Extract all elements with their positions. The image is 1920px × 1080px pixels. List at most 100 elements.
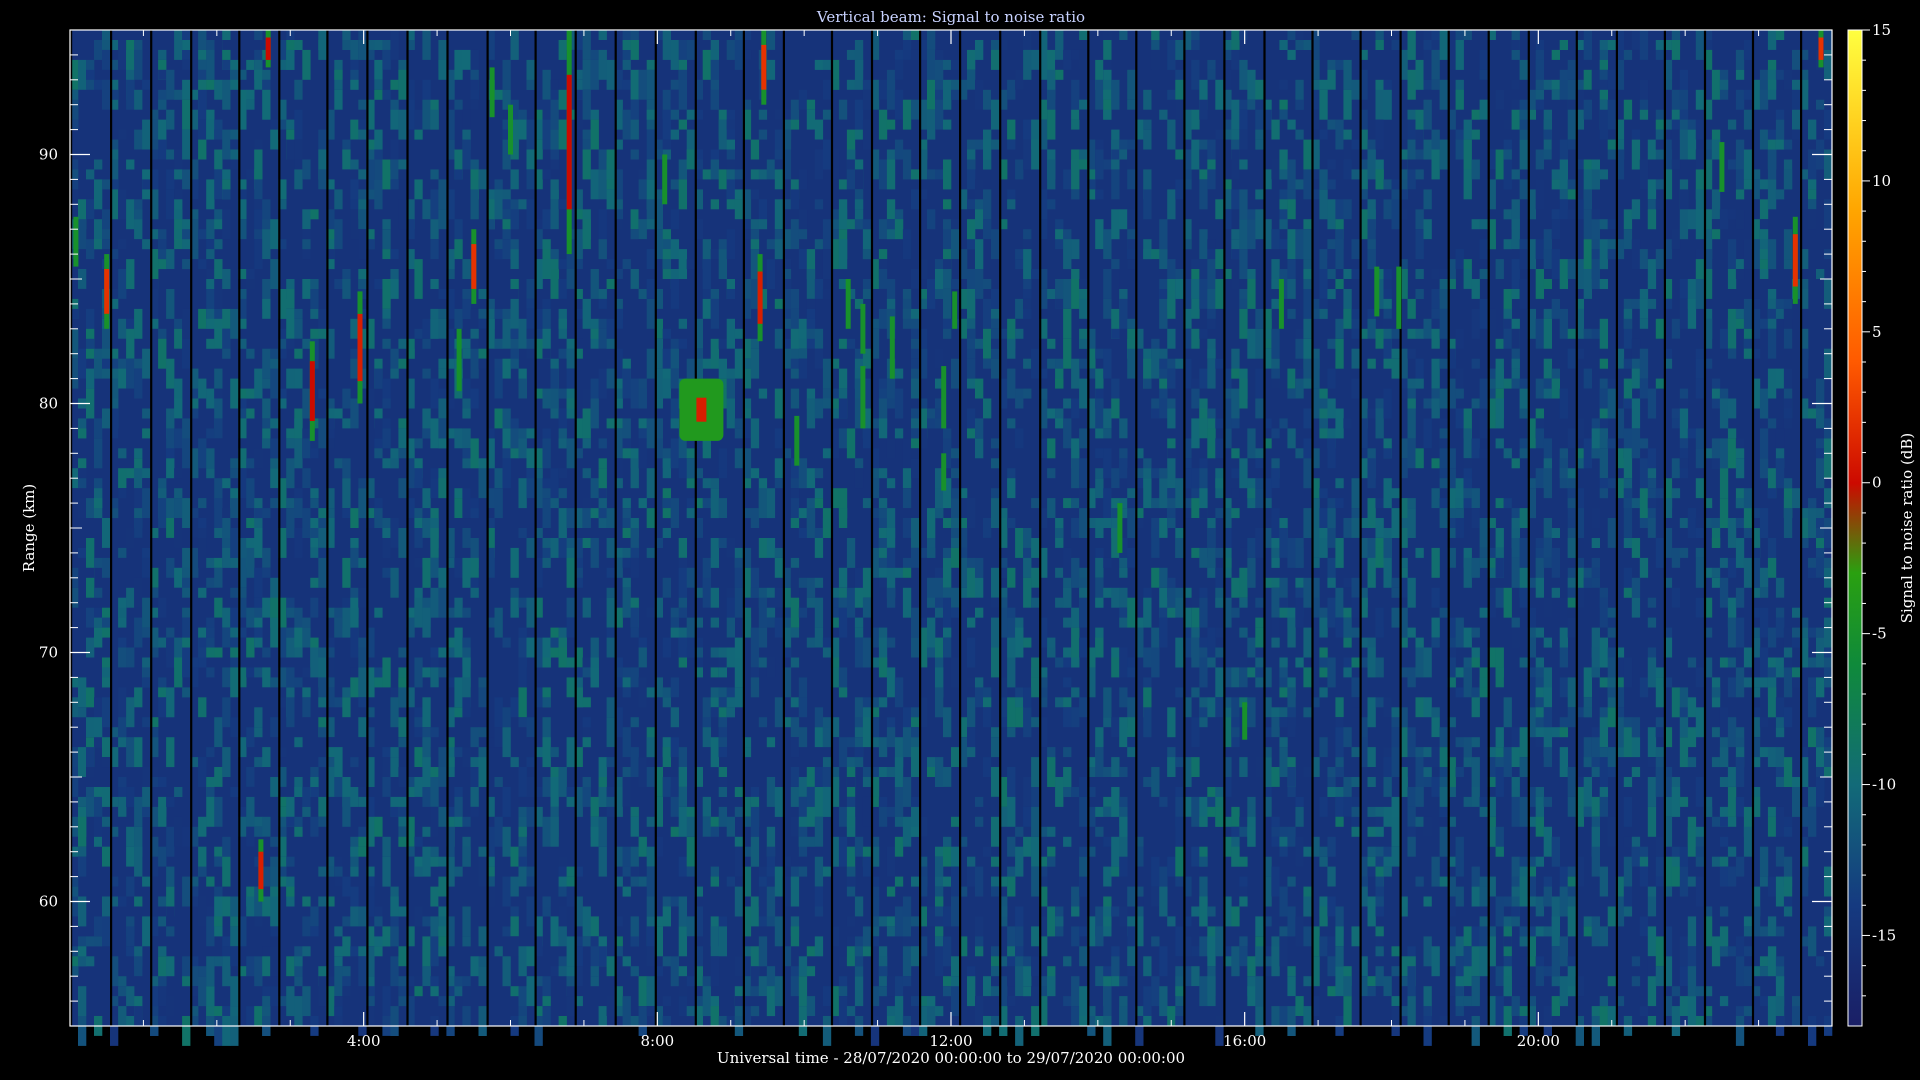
noise-cell xyxy=(414,528,423,548)
noise-cell xyxy=(622,587,631,618)
noise-cell xyxy=(854,896,864,917)
noise-cell xyxy=(710,617,719,628)
noise-cell xyxy=(1199,418,1208,439)
noise-cell xyxy=(1343,657,1352,668)
noise-cell xyxy=(1319,657,1328,668)
noise-cell xyxy=(318,866,327,877)
noise-cell xyxy=(102,229,111,240)
noise-cell xyxy=(1503,747,1512,777)
noise-cell xyxy=(1303,458,1312,489)
noise-cell xyxy=(1239,667,1248,688)
noise-cell xyxy=(142,597,151,628)
noise-cell xyxy=(606,338,615,349)
noise-cell xyxy=(1511,79,1520,90)
noise-cell xyxy=(1199,229,1208,260)
noise-cell xyxy=(246,896,255,917)
noise-cell xyxy=(558,886,567,897)
noise-cell xyxy=(1119,139,1128,150)
noise-cell xyxy=(1319,269,1328,299)
noise-cell xyxy=(182,40,191,50)
noise-cell xyxy=(134,358,143,369)
noise-cell xyxy=(86,687,95,708)
noise-cell xyxy=(814,398,824,419)
noise-cell xyxy=(1471,219,1480,230)
noise-cell xyxy=(1207,428,1216,459)
noise-cell xyxy=(750,348,760,379)
noise-cell xyxy=(230,946,239,967)
noise-cell xyxy=(1335,318,1344,339)
noise-cell xyxy=(862,249,872,260)
noise-cell xyxy=(118,647,127,668)
noise-cell xyxy=(126,79,135,110)
noise-cell xyxy=(1031,139,1040,170)
noise-cell xyxy=(414,269,423,299)
noise-cell xyxy=(1047,498,1056,518)
noise-cell xyxy=(1415,229,1424,260)
noise-cell xyxy=(846,538,856,568)
noise-cell xyxy=(1159,478,1168,509)
noise-cell xyxy=(1271,508,1280,538)
noise-cell xyxy=(462,697,471,718)
noise-cell xyxy=(262,946,271,957)
noise-cell xyxy=(1367,976,1376,987)
noise-cell xyxy=(310,787,319,797)
noise-cell xyxy=(1159,986,1168,1017)
noise-cell xyxy=(118,986,127,997)
noise-cell xyxy=(1103,488,1112,519)
noise-cell xyxy=(854,468,864,489)
noise-cell xyxy=(430,587,439,618)
noise-cell xyxy=(1151,30,1160,40)
noise-cell xyxy=(382,318,391,329)
noise-cell xyxy=(902,777,912,807)
noise-cell xyxy=(606,538,615,558)
noise-cell xyxy=(1295,547,1304,568)
noise-cell xyxy=(334,89,343,110)
noise-cell xyxy=(678,996,687,1016)
noise-cell xyxy=(1191,906,1200,917)
noise-cell xyxy=(78,846,87,857)
noise-cell xyxy=(166,926,175,937)
noise-cell xyxy=(350,79,359,90)
noise-cell xyxy=(414,259,423,270)
noise-cell xyxy=(142,119,151,150)
noise-cell xyxy=(798,508,808,519)
noise-cell xyxy=(86,69,95,80)
noise-cell xyxy=(670,498,679,528)
noise-cell xyxy=(158,597,167,618)
noise-cell xyxy=(1215,199,1224,220)
noise-cell xyxy=(967,338,976,349)
noise-cell xyxy=(1471,129,1480,140)
noise-cell xyxy=(222,189,231,200)
noise-cell xyxy=(814,328,824,349)
noise-cell xyxy=(230,69,239,80)
noise-cell xyxy=(1279,1006,1288,1026)
noise-cell xyxy=(710,697,719,708)
noise-cell xyxy=(1079,637,1088,658)
noise-cell xyxy=(1287,259,1296,279)
noise-cell xyxy=(198,308,207,329)
noise-cell xyxy=(758,199,768,220)
noise-cell xyxy=(198,139,207,160)
noise-cell xyxy=(1271,229,1280,250)
noise-cell xyxy=(102,826,111,847)
noise-cell xyxy=(134,219,143,240)
noise-cell xyxy=(510,239,519,250)
noise-cell xyxy=(814,816,824,847)
noise-cell xyxy=(582,89,591,120)
noise-cell xyxy=(726,289,735,299)
noise-cell xyxy=(967,966,976,977)
noise-cell xyxy=(1335,727,1344,758)
noise-cell xyxy=(222,478,231,489)
noise-cell xyxy=(975,139,984,150)
noise-cell xyxy=(1279,886,1288,917)
noise-cell xyxy=(1199,936,1208,957)
noise-cell xyxy=(814,279,824,299)
noise-cell xyxy=(1431,747,1440,767)
noise-cell xyxy=(1423,398,1432,409)
noise-cell xyxy=(911,169,920,180)
noise-cell xyxy=(854,169,864,190)
noise-cell xyxy=(1455,508,1464,519)
noise-cell xyxy=(350,547,359,568)
noise-cell xyxy=(318,896,327,907)
noise-cell xyxy=(118,717,127,738)
